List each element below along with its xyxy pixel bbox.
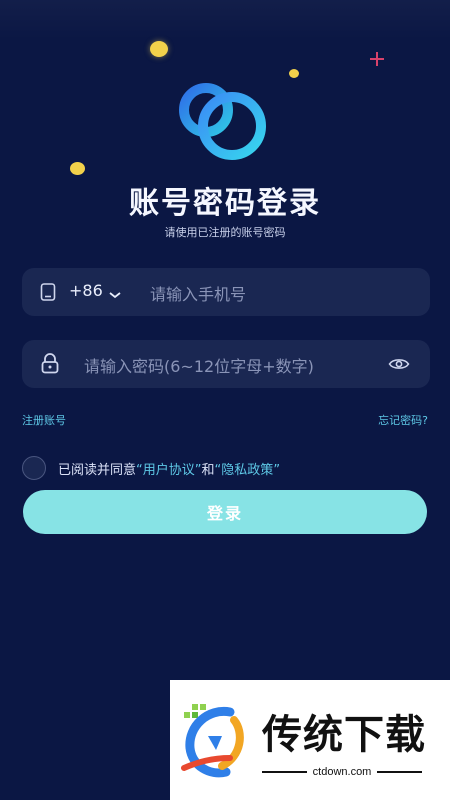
- watermark-brand: 传统下载: [262, 712, 426, 758]
- password-input[interactable]: 请输入密码(6~12位字母+数字): [84, 353, 314, 377]
- decor-plus-icon: [370, 52, 384, 66]
- privacy-policy-link[interactable]: 隐私政策: [221, 463, 273, 478]
- watermark-url: ctdown.com: [312, 766, 372, 778]
- agree-checkbox[interactable]: [22, 456, 46, 480]
- phone-icon: [40, 283, 56, 301]
- chevron-down-icon[interactable]: [108, 285, 122, 299]
- agreement-row: 已阅读并同意“用户协议”和“隐私政策”: [22, 456, 280, 480]
- app-logo: [172, 82, 276, 164]
- quote-close: ”: [194, 462, 202, 478]
- divider: [262, 771, 307, 773]
- quote-close: ”: [273, 462, 281, 478]
- watermark-url-row: ctdown.com: [262, 764, 423, 780]
- phone-field[interactable]: +86 请输入手机号: [22, 268, 430, 316]
- phone-input[interactable]: 请输入手机号: [150, 281, 246, 305]
- register-link[interactable]: 注册账号: [22, 412, 66, 428]
- quote-open: “: [136, 462, 143, 478]
- agreement-and: 和: [201, 462, 215, 478]
- decor-gold-dot: [289, 69, 299, 78]
- country-code-selector[interactable]: +86: [69, 281, 103, 300]
- forgot-password-link[interactable]: 忘记密码?: [378, 412, 428, 428]
- decor-gold-dot: [70, 162, 85, 175]
- user-agreement-link[interactable]: 用户协议: [143, 463, 195, 478]
- login-button[interactable]: 登录: [23, 490, 427, 534]
- watermark-logo-icon: [178, 702, 254, 780]
- eye-icon[interactable]: [388, 356, 410, 372]
- password-field[interactable]: 请输入密码(6~12位字母+数字): [22, 340, 430, 388]
- page-title: 账号密码登录: [129, 186, 321, 221]
- watermark-banner: 传统下载 ctdown.com: [170, 680, 450, 800]
- agreement-prefix: 已阅读并同意: [58, 462, 137, 478]
- decor-gold-dot: [150, 41, 168, 57]
- page-subtitle: 请使用已注册的账号密码: [164, 226, 286, 239]
- agreement-text: 已阅读并同意“用户协议”和“隐私政策”: [58, 459, 280, 478]
- divider: [377, 771, 423, 773]
- lock-icon: [40, 352, 60, 374]
- top-decor-band: [0, 0, 450, 40]
